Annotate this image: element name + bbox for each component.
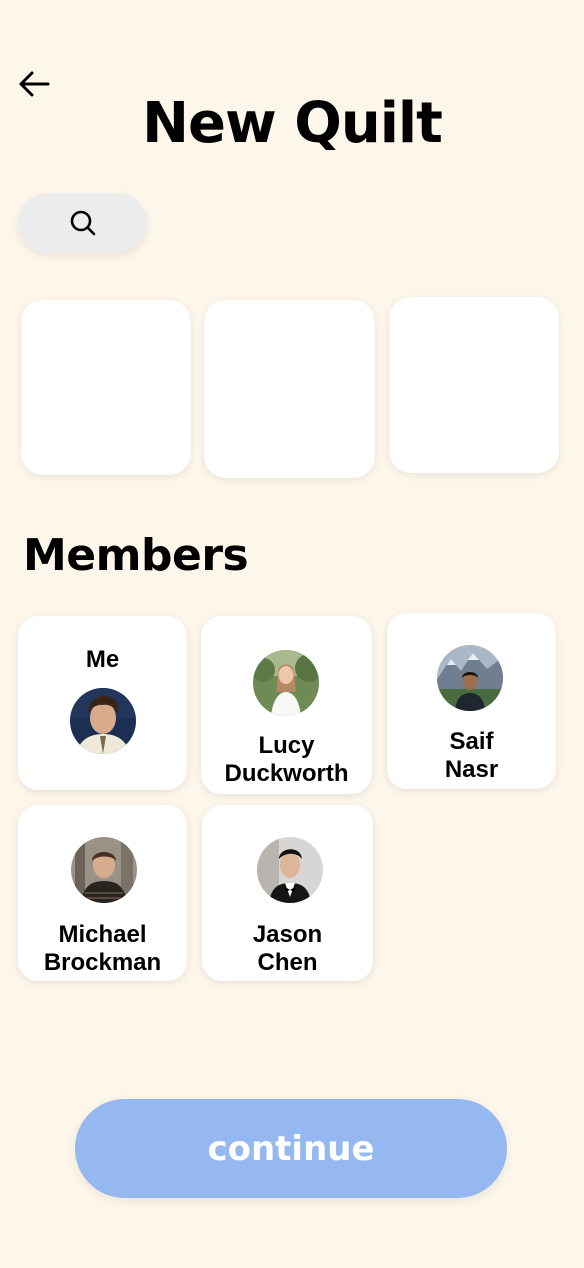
members-heading: Members <box>23 530 249 581</box>
member-name: Jason <box>252 921 323 948</box>
member-name: Saif <box>449 728 494 755</box>
member-name: Brockman <box>43 949 162 976</box>
continue-button[interactable]: continue <box>75 1099 507 1198</box>
avatar <box>71 837 137 903</box>
avatar <box>70 688 136 754</box>
member-card-lucy-duckworth[interactable]: Lucy Duckworth <box>201 616 372 794</box>
member-card-jason-chen[interactable]: Jason Chen <box>202 805 373 981</box>
member-card-saif-nasr[interactable]: Saif Nasr <box>387 613 556 789</box>
member-name: Chen <box>257 949 318 976</box>
search-button[interactable] <box>18 193 147 253</box>
member-card-michael-brockman[interactable]: Michael Brockman <box>18 805 187 981</box>
member-name: Michael <box>58 921 147 948</box>
member-card-me[interactable]: Me <box>18 616 187 790</box>
quilt-slot[interactable] <box>204 300 375 478</box>
member-name: Me <box>85 646 120 673</box>
avatar <box>253 650 319 716</box>
member-name: Nasr <box>444 756 499 783</box>
quilt-slot[interactable] <box>21 300 191 475</box>
page-title: New Quilt <box>142 91 443 156</box>
search-icon <box>70 210 95 236</box>
member-name: Lucy <box>258 732 315 759</box>
quilt-slot[interactable] <box>389 297 559 473</box>
avatar <box>257 837 323 903</box>
member-name: Duckworth <box>224 760 349 787</box>
avatar <box>437 645 503 711</box>
